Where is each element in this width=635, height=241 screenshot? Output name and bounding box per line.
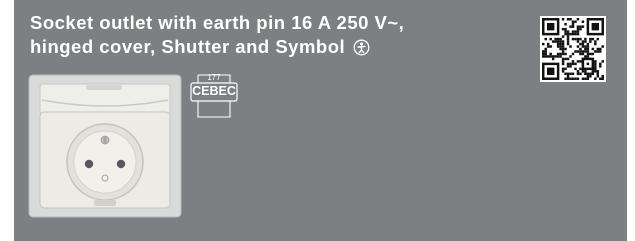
socket-outlet-image (28, 74, 182, 218)
title-line-2-text: hinged cover, Shutter and Symbol (30, 36, 346, 57)
title-line-2: hinged cover, Shutter and Symbol (30, 35, 404, 59)
product-panel: Socket outlet with earth pin 16 A 250 V~… (14, 0, 627, 241)
cebec-number: 177 (207, 73, 221, 82)
cebec-label: CEBEC (192, 84, 236, 98)
cebec-certification-mark: 177 CEBEC (188, 72, 240, 120)
product-title: Socket outlet with earth pin 16 A 250 V~… (30, 11, 404, 59)
title-line-1: Socket outlet with earth pin 16 A 250 V~… (30, 12, 405, 33)
qr-code-graphic (542, 18, 604, 80)
qr-code-icon[interactable] (540, 16, 606, 82)
child-protection-symbol-icon (353, 39, 370, 56)
